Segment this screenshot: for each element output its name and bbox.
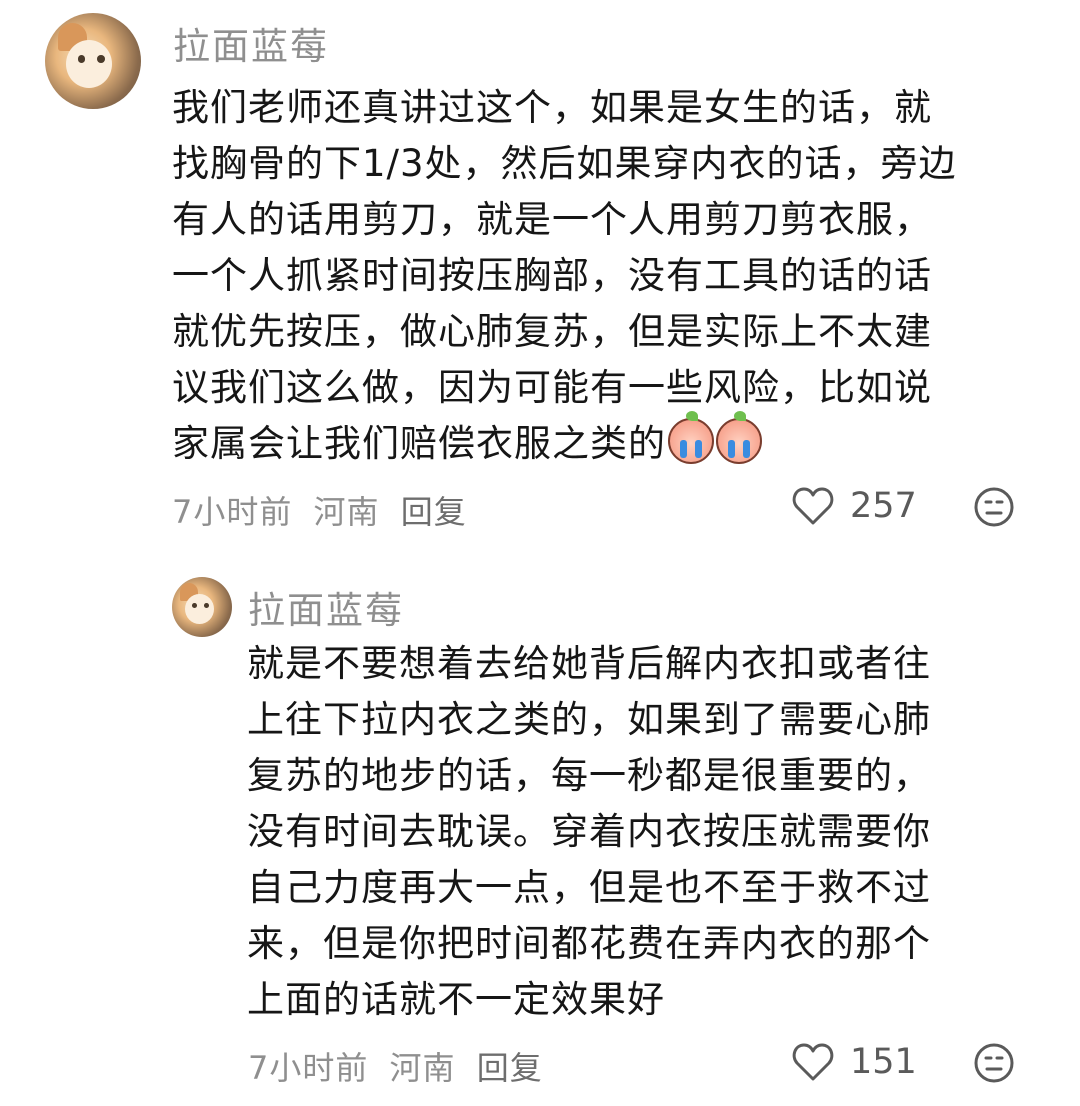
comment-line: 一个人抓紧时间按压胸部，没有工具的话的话	[172, 254, 932, 297]
comment-item: 拉面蓝莓 我们老师还真讲过这个，如果是女生的话，就 找胸骨的下1/3处，然后如果…	[0, 0, 1080, 560]
comment-line: 就是不要想着去给她背后解内衣扣或者往	[247, 642, 931, 685]
username[interactable]: 拉面蓝莓	[173, 16, 329, 70]
cat-eye	[77, 55, 86, 63]
like-count: 151	[850, 1042, 917, 1082]
heart-outline-icon	[792, 487, 834, 525]
crying-peach-emoji-icon	[668, 411, 714, 464]
comment-line: 就优先按压，做心肺复苏，但是实际上不太建	[172, 310, 932, 353]
cat-face	[66, 39, 113, 88]
cat-face	[185, 593, 214, 624]
comment-line: 议我们这么做，因为可能有一些风险，比如说	[172, 366, 932, 409]
comment-line: 自己力度再大一点，但是也不至于救不过	[247, 866, 931, 909]
comment-line: 来，但是你把时间都花费在弄内衣的那个	[247, 922, 931, 965]
comment-line-last: 家属会让我们赔偿衣服之类的	[172, 411, 1042, 472]
like-button[interactable]: 257	[792, 486, 917, 526]
comment-meta: 7小时前 河南 回复	[248, 1043, 553, 1089]
reply-button[interactable]: 回复	[401, 493, 467, 531]
reply-comment-item: 拉面蓝莓 就是不要想着去给她背后解内衣扣或者往 上往下拉内衣之类的，如果到了需要…	[0, 560, 1080, 1106]
avatar[interactable]	[45, 13, 141, 109]
heart-outline-icon	[792, 1043, 834, 1081]
like-button[interactable]: 151	[792, 1042, 917, 1082]
avatar[interactable]	[172, 577, 232, 637]
emoji-face-icon[interactable]	[973, 1042, 1015, 1088]
comment-time: 7小时前	[172, 493, 293, 531]
comment-line: 找胸骨的下1/3处，然后如果穿内衣的话，旁边	[172, 142, 957, 185]
comment-line-text: 家属会让我们赔偿衣服之类的	[172, 422, 666, 465]
comment-line: 没有时间去耽误。穿着内衣按压就需要你	[247, 810, 931, 853]
comment-location: 河南	[389, 1049, 456, 1087]
cat-eye	[96, 55, 105, 63]
comment-time: 7小时前	[248, 1049, 369, 1087]
crying-peach-emoji-icon	[716, 411, 762, 464]
comment-line: 上往下拉内衣之类的，如果到了需要心肺	[247, 698, 931, 741]
emoji-face-icon[interactable]	[973, 486, 1015, 532]
comment-text: 我们老师还真讲过这个，如果是女生的话，就 找胸骨的下1/3处，然后如果穿内衣的话…	[172, 80, 1042, 472]
comment-line: 复苏的地步的话，每一秒都是很重要的，	[247, 754, 931, 797]
comment-location: 河南	[313, 493, 380, 531]
username[interactable]: 拉面蓝莓	[248, 580, 404, 634]
comment-line: 上面的话就不一定效果好	[247, 978, 665, 1021]
comment-text: 就是不要想着去给她背后解内衣扣或者往 上往下拉内衣之类的，如果到了需要心肺 复苏…	[247, 636, 1037, 1028]
comment-meta: 7小时前 河南 回复	[172, 487, 477, 533]
comment-line: 我们老师还真讲过这个，如果是女生的话，就	[172, 86, 932, 129]
like-count: 257	[850, 486, 917, 526]
reply-button[interactable]: 回复	[477, 1049, 543, 1087]
comment-line: 有人的话用剪刀，就是一个人用剪刀剪衣服，	[172, 198, 932, 241]
